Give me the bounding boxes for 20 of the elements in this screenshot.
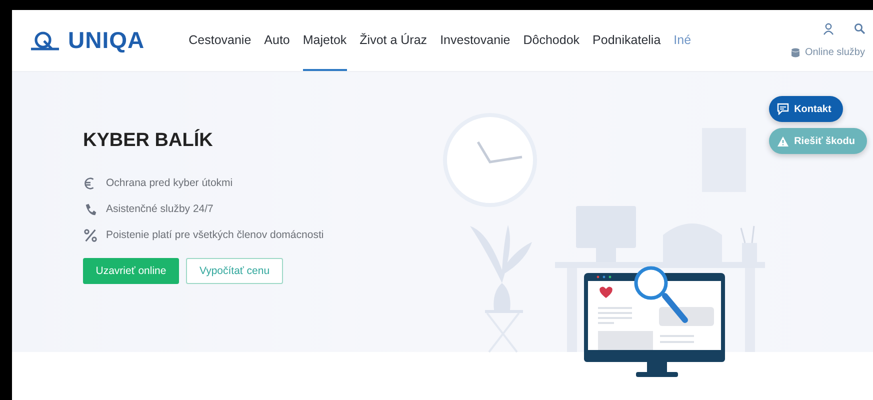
logo-text[interactable]: UNIQA — [68, 27, 145, 54]
feature-text: Asistenčné služby 24/7 — [106, 203, 214, 215]
phone-icon — [83, 202, 98, 216]
logo-icon — [30, 30, 60, 50]
user-icon[interactable] — [823, 23, 834, 35]
nav-link[interactable]: Cestovanie — [188, 10, 252, 71]
percent-icon — [83, 228, 98, 242]
nav-link[interactable]: Investovanie — [440, 10, 510, 71]
feature-text: Ochrana pred kyber útokmi — [106, 177, 233, 189]
chat-icon — [777, 103, 790, 115]
contact-button[interactable]: Kontakt — [769, 96, 844, 122]
nav-link[interactable]: Dôchodok — [523, 10, 580, 71]
database-icon — [790, 48, 800, 58]
nav-link[interactable]: Auto — [264, 10, 290, 71]
nav-link[interactable]: Podnikatelia — [592, 10, 661, 71]
warning-icon — [777, 136, 790, 146]
nav-link[interactable]: Život a Úraz — [360, 10, 428, 71]
search-icon[interactable] — [854, 23, 865, 34]
feature-text: Poistenie platí pre všetkých členov domácnosti — [106, 229, 324, 241]
hero-title: KYBER BALÍK — [83, 130, 213, 152]
